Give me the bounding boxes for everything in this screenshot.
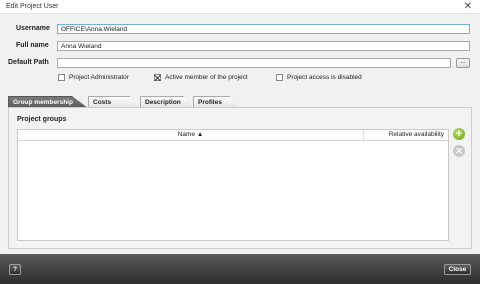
window-title: Edit Project User — [6, 3, 59, 10]
project-admin-label: Project Administrator — [69, 74, 129, 81]
default-path-field[interactable] — [57, 58, 451, 68]
fullname-label: Full name — [16, 42, 49, 49]
checkbox-box-checked[interactable] — [154, 74, 161, 81]
project-admin-checkbox[interactable]: Project Administrator — [58, 74, 129, 81]
remove-group-button[interactable]: ✕ — [453, 145, 465, 157]
project-groups-table[interactable]: Name ▲ Relative availability — [17, 129, 449, 241]
username-field[interactable]: OFFICE\Anna.Wieland — [57, 24, 470, 34]
help-button[interactable]: ? — [9, 264, 21, 275]
browse-button[interactable]: ... — [456, 58, 470, 68]
column-header-availability[interactable]: Relative availability — [364, 130, 448, 141]
checkbox-box[interactable] — [58, 74, 65, 81]
group-membership-panel: Project groups Name ▲ Relative availabil… — [8, 107, 472, 249]
access-disabled-checkbox[interactable]: Project access is disabled — [276, 74, 362, 81]
table-header: Name ▲ Relative availability — [18, 130, 448, 141]
add-group-button[interactable]: + — [453, 128, 465, 140]
close-icon[interactable]: ✕ — [464, 1, 472, 12]
dialog-footer: ? Close — [0, 254, 480, 284]
fullname-field[interactable]: Anna Wieland — [57, 41, 470, 51]
active-member-checkbox[interactable]: Active member of the project — [154, 74, 248, 81]
checkbox-box[interactable] — [276, 74, 283, 81]
column-header-name[interactable]: Name ▲ — [18, 130, 364, 141]
username-label: Username — [16, 25, 50, 32]
title-bar: Edit Project User ✕ — [0, 0, 480, 14]
close-button[interactable]: Close — [444, 264, 471, 275]
active-member-label: Active member of the project — [165, 74, 248, 81]
project-groups-title: Project groups — [17, 116, 67, 123]
access-disabled-label: Project access is disabled — [287, 74, 362, 81]
default-path-label: Default Path — [8, 59, 49, 66]
